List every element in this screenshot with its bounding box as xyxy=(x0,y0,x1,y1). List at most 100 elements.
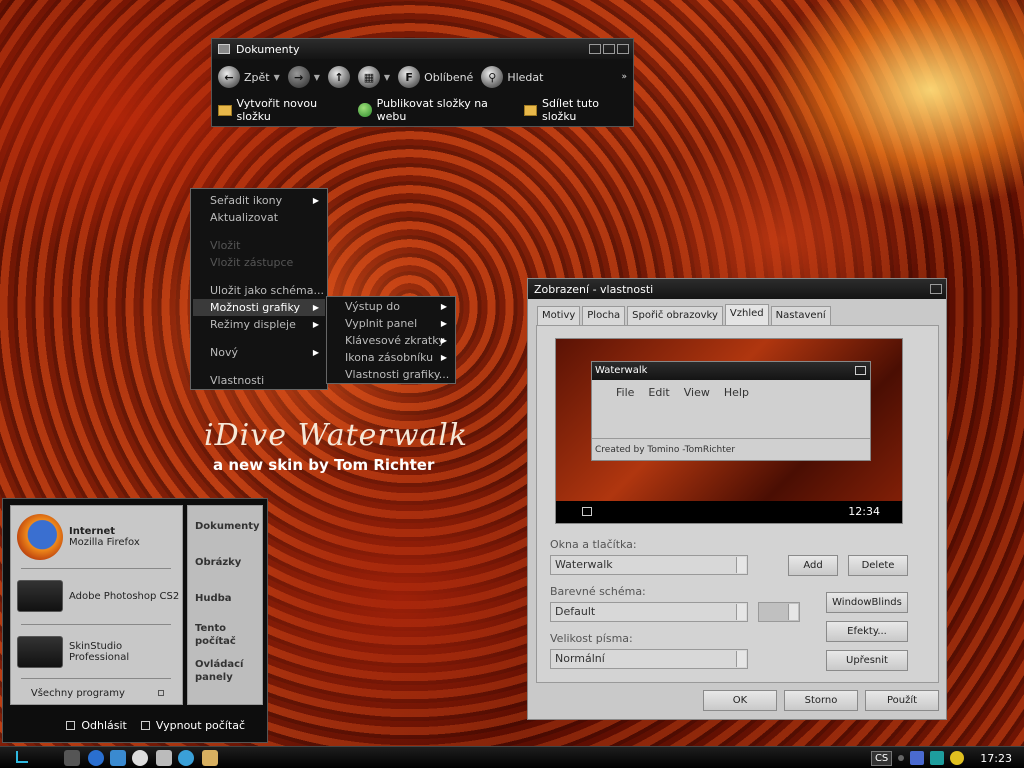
views-button[interactable]: ▦ ▼ xyxy=(357,66,390,88)
menu-item-paste[interactable]: Vložit xyxy=(193,237,325,254)
forward-button[interactable]: → ▼ xyxy=(287,66,320,88)
back-button[interactable]: ← Zpět ▼ xyxy=(218,66,280,88)
delete-button[interactable]: Delete xyxy=(848,555,908,576)
submenu-arrow-icon: ▶ xyxy=(312,348,319,357)
preview-menu-file: File xyxy=(616,386,635,399)
windows-buttons-select[interactable]: Waterwalk xyxy=(550,555,748,575)
menu-item-graphics-options[interactable]: Možnosti grafiky ▶ xyxy=(193,299,325,316)
system-tray: CS 17:23 xyxy=(870,747,1024,768)
dialog-title: Zobrazení - vlastnosti xyxy=(534,282,654,296)
chevron-down-icon[interactable]: ▼ xyxy=(314,73,320,82)
share-folder-task[interactable]: Sdílet tuto složku xyxy=(523,97,633,123)
firefox-icon xyxy=(17,514,63,560)
start-button[interactable] xyxy=(16,751,28,763)
submenu-item-tray-icon[interactable]: Ikona zásobníku ▶ xyxy=(329,349,453,366)
color-scheme-label: Barevné schéma: xyxy=(550,585,646,598)
place-control-panel[interactable]: Ovládací panely xyxy=(191,658,251,684)
submenu-arrow-icon: ▶ xyxy=(312,303,319,312)
logoff-button[interactable]: Odhlásit xyxy=(66,719,127,732)
tab-themes[interactable]: Motivy xyxy=(537,306,581,325)
preview-window-title: Waterwalk xyxy=(592,362,870,380)
menu-item-display-modes[interactable]: Režimy displeje ▶ xyxy=(193,316,325,333)
submenu-item-hotkeys[interactable]: Klávesové zkratky ▶ xyxy=(329,332,453,349)
network-icon[interactable] xyxy=(910,751,925,765)
outlook-icon[interactable] xyxy=(110,750,126,766)
cancel-button[interactable]: Storno xyxy=(784,690,858,711)
preview-clock: 12:34 xyxy=(848,505,880,518)
menu-item-new[interactable]: Nový ▶ xyxy=(193,344,325,361)
display-properties-dialog: Zobrazení - vlastnosti Motivy Plocha Spo… xyxy=(527,278,947,720)
place-pictures[interactable]: Obrázky xyxy=(191,556,245,569)
submenu-arrow-icon: ▶ xyxy=(440,319,447,328)
publish-web-task[interactable]: Publikovat složky na webu xyxy=(358,97,515,123)
windowblinds-button[interactable]: WindowBlinds xyxy=(826,592,908,613)
submenu-arrow-icon: ▶ xyxy=(440,302,447,311)
menu-item-arrange-icons[interactable]: Seřadit ikony ▶ xyxy=(193,192,325,209)
menu-item-refresh[interactable]: Aktualizovat xyxy=(193,209,325,226)
tray-dot-icon[interactable] xyxy=(898,755,905,761)
tab-settings[interactable]: Nastavení xyxy=(770,306,831,325)
explorer-titlebar[interactable]: Dokumenty xyxy=(212,39,633,59)
dialog-titlebar[interactable]: Zobrazení - vlastnosti xyxy=(528,279,946,299)
save-icon[interactable] xyxy=(156,750,172,766)
add-button[interactable]: Add xyxy=(788,555,838,576)
submenu-item-fill-panel[interactable]: Vyplnit panel ▶ xyxy=(329,315,453,332)
new-folder-task[interactable]: Vytvořit novou složku xyxy=(218,97,350,123)
favorites-button[interactable]: F Oblíbené xyxy=(398,66,473,88)
all-programs-button[interactable]: Všechny programy xyxy=(11,688,184,699)
language-indicator[interactable]: CS xyxy=(870,750,893,766)
chevron-down-icon[interactable] xyxy=(788,604,798,620)
place-music[interactable]: Hudba xyxy=(191,592,251,605)
search-button[interactable]: ⚲ Hledat xyxy=(481,66,543,88)
ok-button[interactable]: OK xyxy=(703,690,777,711)
chevron-down-icon[interactable] xyxy=(736,557,746,573)
advanced-button[interactable]: Upřesnit xyxy=(826,650,908,671)
folder-icon xyxy=(218,104,232,116)
shutdown-button[interactable]: Vypnout počítač xyxy=(140,719,245,732)
menu-item-properties[interactable]: Vlastnosti xyxy=(193,372,325,389)
tab-appearance[interactable]: Vzhled xyxy=(724,304,769,325)
color-swatch-select[interactable] xyxy=(758,602,800,622)
program-firefox[interactable]: Internet Mozilla Firefox xyxy=(17,514,140,560)
effects-button[interactable]: Efekty... xyxy=(826,621,908,642)
tray-app-icon[interactable] xyxy=(950,751,965,765)
clock[interactable]: 17:23 xyxy=(980,752,1012,765)
minimize-icon[interactable] xyxy=(589,44,601,54)
submenu-arrow-icon: ▶ xyxy=(440,353,447,362)
tab-desktop[interactable]: Plocha xyxy=(582,306,626,325)
messenger-icon[interactable] xyxy=(178,750,194,766)
explorer-toolbar: ← Zpět ▼ → ▼ ↑ ▦ ▼ F Oblíbené ⚲ Hledat » xyxy=(212,59,633,95)
up-folder-button[interactable]: ↑ xyxy=(327,66,350,88)
shared-folder-icon xyxy=(523,104,538,116)
branding-subtitle: a new skin by Tom Richter xyxy=(213,456,435,474)
close-icon[interactable] xyxy=(930,284,942,294)
chevron-down-icon[interactable]: ▼ xyxy=(384,73,390,82)
submenu-item-output[interactable]: Výstup do ▶ xyxy=(329,298,453,315)
program-photoshop[interactable]: Adobe Photoshop CS2 xyxy=(17,580,179,612)
apply-button[interactable]: Použít xyxy=(865,690,939,711)
internet-explorer-icon[interactable] xyxy=(88,750,104,766)
media-player-icon[interactable] xyxy=(132,750,148,766)
explorer-window: Dokumenty ← Zpět ▼ → ▼ ↑ ▦ ▼ F Oblíbené … xyxy=(211,38,634,127)
program-skinstudio[interactable]: SkinStudio Professional xyxy=(17,636,129,668)
font-size-select[interactable]: Normální xyxy=(550,649,748,669)
folder-icon[interactable] xyxy=(202,750,218,766)
maximize-icon[interactable] xyxy=(603,44,615,54)
menu-item-save-scheme[interactable]: Uložit jako schéma... xyxy=(193,282,325,299)
forward-arrow-icon: → xyxy=(287,66,310,88)
show-desktop-icon[interactable] xyxy=(64,750,80,766)
taskbar: CS 17:23 xyxy=(0,746,1024,768)
place-documents[interactable]: Dokumenty xyxy=(191,520,264,533)
chevron-down-icon[interactable]: ▼ xyxy=(274,73,280,82)
submenu-item-graphics-properties[interactable]: Vlastnosti grafiky... xyxy=(329,366,453,383)
place-my-computer[interactable]: Tento počítač xyxy=(191,622,251,648)
color-scheme-select[interactable]: Default xyxy=(550,602,748,622)
chevron-down-icon[interactable] xyxy=(736,651,746,667)
double-chevron-icon[interactable]: » xyxy=(621,72,627,82)
tab-screensaver[interactable]: Spořič obrazovky xyxy=(627,306,723,325)
chevron-down-icon[interactable] xyxy=(736,604,746,620)
update-icon[interactable] xyxy=(930,751,945,765)
explorer-title: Dokumenty xyxy=(236,42,300,56)
menu-item-paste-shortcut[interactable]: Vložit zástupce xyxy=(193,254,325,271)
close-icon[interactable] xyxy=(617,44,629,54)
